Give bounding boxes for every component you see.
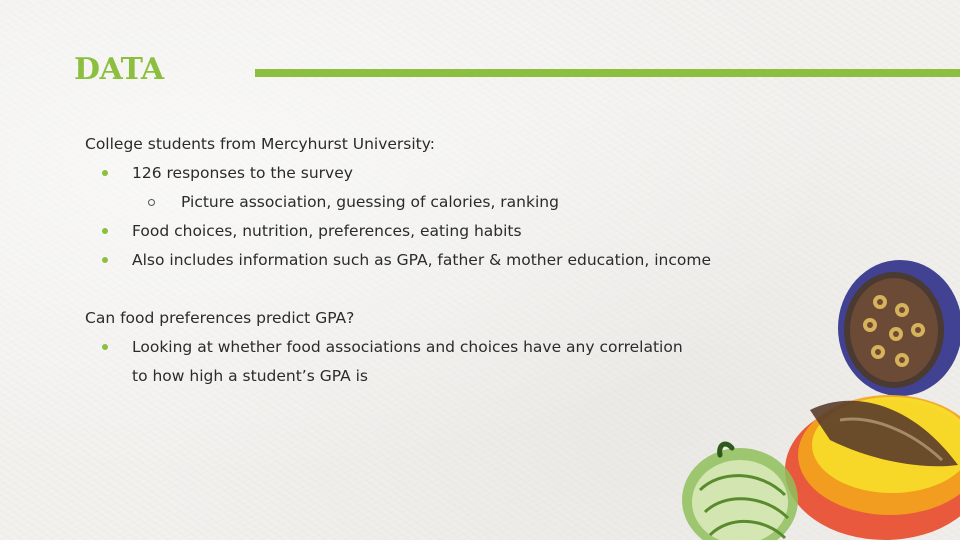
- bullet-dot-icon: [102, 257, 108, 263]
- slide-body: College students from Mercyhurst Univers…: [85, 130, 725, 391]
- slide-title: DATA: [74, 52, 164, 87]
- title-underline: [255, 69, 960, 77]
- list-item: Also includes information such as GPA, f…: [85, 246, 725, 275]
- hollow-bullet-icon: [148, 199, 155, 206]
- passion-fruit-icon: [838, 260, 960, 396]
- sub-list-item: Picture association, guessing of calorie…: [85, 188, 725, 217]
- section1-heading: College students from Mercyhurst Univers…: [85, 135, 436, 153]
- list-item: Food choices, nutrition, preferences, ea…: [85, 217, 725, 246]
- list-item: Looking at whether food associations and…: [85, 333, 692, 391]
- list-item-text: 126 responses to the survey: [132, 164, 353, 182]
- mango-icon: [785, 395, 960, 540]
- list-item-text: Food choices, nutrition, preferences, ea…: [132, 222, 522, 240]
- list-item-text: Also includes information such as GPA, f…: [132, 251, 711, 269]
- section2-heading: Can food preferences predict GPA?: [85, 309, 355, 327]
- list-item-text: Looking at whether food associations and…: [132, 338, 683, 385]
- sub-list-item-text: Picture association, guessing of calorie…: [181, 193, 559, 211]
- bullet-dot-icon: [102, 170, 108, 176]
- gourd-icon: [682, 441, 798, 540]
- bullet-dot-icon: [102, 344, 108, 350]
- bullet-dot-icon: [102, 228, 108, 234]
- list-item: 126 responses to the survey: [85, 159, 725, 188]
- watercolor-fruit-illustration: [682, 260, 960, 540]
